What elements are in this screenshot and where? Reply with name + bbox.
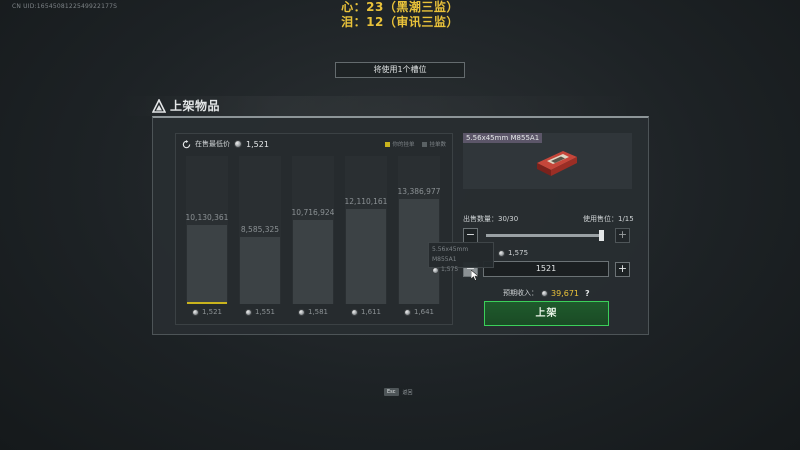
price-tick: 1,641 (394, 308, 444, 316)
tooltip-value-row: 1,575 (432, 265, 490, 275)
bar-value-label: 8,585,325 (240, 225, 280, 234)
quantity-label: 出售数量：30/30 (463, 214, 518, 224)
bar-area: 10,130,361 1,521 8,585,325 1,551 10,716,924 1… (176, 156, 454, 326)
reference-price: 1,575 (498, 249, 528, 257)
price-input[interactable]: 1521 (483, 261, 609, 277)
section-title-label: 上架物品 (170, 99, 221, 113)
price-tick-label: 1,551 (254, 308, 276, 316)
tooltip-value: 1,575 (441, 266, 459, 273)
price-tick: 1,521 (182, 308, 232, 316)
quantity-slider-knob[interactable] (599, 230, 604, 241)
bar[interactable] (293, 220, 333, 304)
legend-mine-swatch (385, 141, 391, 147)
bar[interactable] (187, 225, 227, 304)
price-tick-label: 1,581 (307, 308, 329, 316)
bar-value-label: 13,386,977 (397, 187, 441, 196)
status-lines: 心：23（黑潮三监） 泪：12（审讯三监） (0, 0, 800, 30)
coin-icon (432, 266, 439, 274)
lowest-price-label: 在售最低价 (195, 140, 230, 148)
slots-label-text: 使用售位： (583, 215, 618, 223)
item-name-tag: 5.56x45mm M855A1 (463, 133, 543, 143)
list-item-button[interactable]: 上架 (484, 301, 609, 326)
bar[interactable] (240, 237, 280, 304)
listing-panel: 在售最低价 1,521 你的挂单 挂单数 10,130,361 1,521 8,58… (152, 116, 649, 335)
coin-icon (234, 140, 242, 148)
tooltip-title: 5.56x45mm M855A1 (432, 246, 469, 263)
bar-value-label: 10,716,924 (291, 208, 335, 217)
mouse-cursor-icon (471, 270, 479, 281)
income-label: 预期收入： (503, 289, 538, 297)
section-title: 上架物品 (152, 97, 220, 114)
price-tick-label: 1,521 (201, 308, 223, 316)
bar-value-label: 12,110,161 (344, 197, 388, 206)
ammo-box-icon (537, 151, 577, 176)
price-tick: 1,551 (235, 308, 285, 316)
price-tooltip: 5.56x45mm M855A1 1,575 (428, 242, 494, 274)
refresh-icon[interactable] (182, 139, 191, 149)
bar[interactable] (346, 209, 386, 304)
coin-icon (244, 308, 252, 316)
price-tick: 1,611 (341, 308, 391, 316)
legend-other: 挂单数 (422, 140, 446, 148)
esc-label: 返回 (402, 389, 413, 396)
coin-icon (350, 308, 358, 316)
price-chart: 在售最低价 1,521 你的挂单 挂单数 10,130,361 1,521 8,58… (175, 133, 453, 325)
lowest-price-value: 1,521 (246, 139, 269, 149)
esc-key[interactable]: Esc (384, 388, 399, 396)
coin-icon (403, 308, 411, 316)
status-line-1: 心：23（黑潮三监） (341, 0, 459, 14)
my-listing-marker (187, 302, 227, 304)
coin-icon (498, 249, 505, 257)
price-tick-label: 1,611 (360, 308, 382, 316)
coin-icon (191, 308, 199, 316)
coin-icon (541, 289, 548, 297)
legend-mine-label: 你的挂单 (392, 142, 415, 148)
bar-value-label: 10,130,361 (185, 213, 229, 222)
price-plus-button[interactable]: + (615, 262, 630, 277)
slots-label: 使用售位：1/15 (583, 214, 634, 224)
quantity-label-text: 出售数量： (463, 215, 498, 223)
legend-other-label: 挂单数 (429, 142, 446, 148)
status-line-2: 泪：12（审讯三监） (341, 15, 459, 29)
slots-value: 1/15 (618, 215, 634, 223)
price-tick-label: 1,641 (413, 308, 435, 316)
coin-icon (297, 308, 305, 316)
escape-hint[interactable]: Esc 返回 (384, 388, 413, 396)
reference-price-value: 1,575 (508, 249, 529, 257)
income-value: 39,671 (551, 288, 579, 298)
income-help-icon[interactable]: ? (585, 289, 590, 298)
quantity-value: 30/30 (498, 215, 519, 223)
legend-mine: 你的挂单 (385, 140, 414, 148)
slot-usage-banner: 将使用1个槽位 (335, 62, 465, 78)
expected-income: 预期收入： 39,671 ? (503, 288, 590, 298)
chart-legend: 你的挂单 挂单数 (385, 140, 446, 148)
warning-triangle-icon (152, 98, 166, 113)
legend-other-swatch (422, 141, 428, 147)
quantity-plus-button[interactable]: + (615, 228, 630, 243)
quantity-minus-button[interactable]: − (463, 228, 478, 243)
price-tick: 1,581 (288, 308, 338, 316)
chart-header: 在售最低价 1,521 (182, 139, 269, 149)
item-preview: 5.56x45mm M855A1 (463, 133, 632, 189)
quantity-slider[interactable] (486, 230, 604, 241)
